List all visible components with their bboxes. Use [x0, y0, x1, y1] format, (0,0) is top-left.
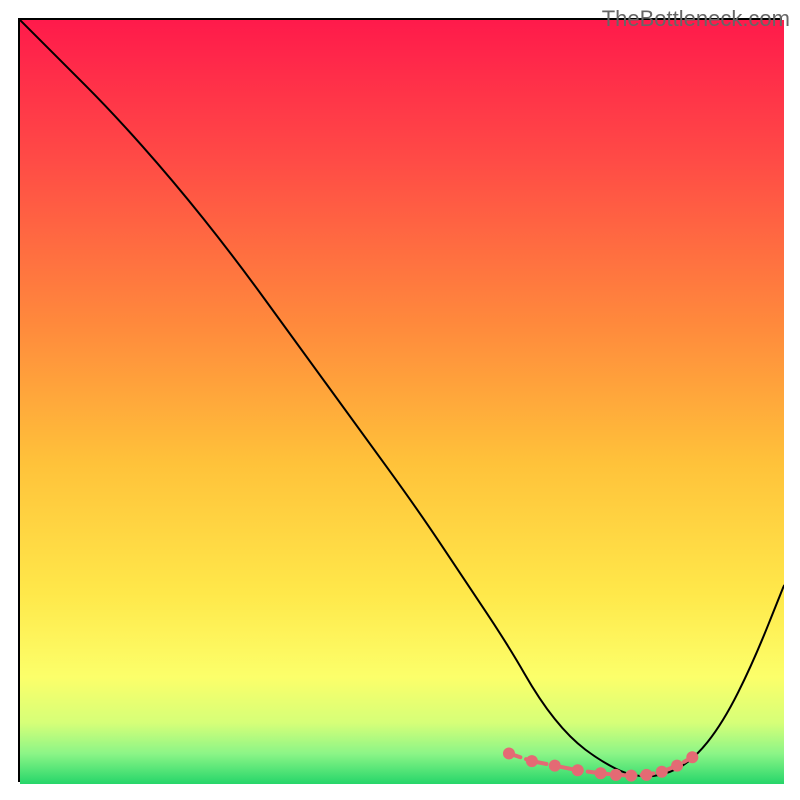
highlight-marker — [686, 751, 698, 763]
highlight-marker — [595, 767, 607, 779]
chart-svg — [20, 20, 784, 784]
highlight-marker — [640, 769, 652, 781]
chart-container: TheBottleneck.com — [0, 0, 800, 800]
highlight-marker — [503, 747, 515, 759]
gradient-background — [20, 20, 784, 784]
highlight-marker — [625, 770, 637, 782]
watermark-text: TheBottleneck.com — [602, 6, 790, 32]
plot-area — [18, 18, 782, 782]
highlight-marker — [656, 766, 668, 778]
highlight-marker — [671, 760, 683, 772]
highlight-marker — [526, 755, 538, 767]
highlight-marker — [549, 760, 561, 772]
highlight-marker — [610, 769, 622, 781]
highlight-marker — [572, 764, 584, 776]
